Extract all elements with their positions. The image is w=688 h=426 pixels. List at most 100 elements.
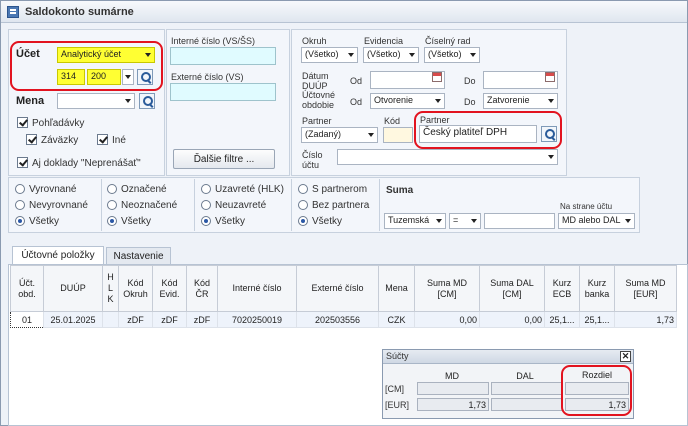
sucty-title: Súčty (386, 351, 409, 361)
neprenasat-checkbox[interactable] (17, 157, 28, 168)
zavazky-checkbox[interactable] (26, 134, 37, 145)
col-uct-obd[interactable]: Účt. obd. (10, 265, 44, 312)
chevron-down-icon (435, 99, 441, 103)
cell-suma-md-eur[interactable]: 1,73 (614, 311, 677, 328)
ine-label: Iné (112, 135, 126, 146)
col-duup[interactable]: DUÚP (43, 265, 103, 312)
cell-cr[interactable]: zDF (186, 311, 218, 328)
kod-input[interactable] (383, 127, 413, 143)
cell-kurz-banka[interactable]: 25,1... (579, 311, 615, 328)
partner-type-dropdown[interactable]: (Zadaný) (301, 127, 378, 143)
tab-uctovne-polozky[interactable]: Účtovné položky (12, 246, 104, 264)
suma-operator-dropdown[interactable]: = (449, 213, 481, 229)
col-kod-cr[interactable]: Kód ČR (186, 265, 218, 312)
strana-uctu-dropdown[interactable]: MD alebo DAL (558, 213, 635, 229)
radio-neuzavrete[interactable] (201, 200, 211, 210)
radio-vsetky-2[interactable] (107, 216, 117, 226)
mena-dropdown[interactable] (57, 93, 135, 109)
close-icon[interactable]: ✕ (620, 351, 631, 362)
cell-externe[interactable]: 202503556 (296, 311, 379, 328)
externe-label: Externé číslo (VS) (171, 72, 244, 82)
radio-vsetky-4[interactable] (298, 216, 308, 226)
chevron-down-icon (471, 219, 477, 223)
calendar-icon[interactable] (432, 72, 442, 82)
cell-duup[interactable]: 25.01.2025 (43, 311, 103, 328)
chevron-down-icon (125, 75, 131, 79)
ucet-search-button[interactable] (137, 69, 153, 85)
chevron-down-icon (470, 53, 476, 57)
externe-input[interactable] (170, 83, 276, 101)
pohladavky-checkbox[interactable] (17, 117, 28, 128)
uctovne-obdobie-label-1: Účtovné (302, 90, 336, 100)
cell-okruh[interactable]: zDF (118, 311, 153, 328)
sucty-eur-md: 1,73 (417, 398, 489, 411)
cell-kurz-ecb[interactable]: 25,1... (544, 311, 580, 328)
col-suma-md[interactable]: Suma MD [CM] (414, 265, 480, 312)
kod-label: Kód (384, 116, 401, 126)
cell-suma-md[interactable]: 0,00 (414, 311, 480, 328)
tab-nastavenie[interactable]: Nastavenie (106, 247, 171, 264)
ucet-anal-dropdown[interactable] (122, 69, 134, 85)
ucet-anal-input[interactable]: 200 (87, 69, 121, 85)
col-kurz-banka[interactable]: Kurz banka (579, 265, 615, 312)
col-suma-dal[interactable]: Suma DAL [CM] (479, 265, 545, 312)
radio-bez-partnera-label: Bez partnera (312, 200, 370, 211)
radio-s-partnerom[interactable] (298, 184, 308, 194)
cell-suma-dal[interactable]: 0,00 (479, 311, 545, 328)
cislo-uctu-label-2: účtu (302, 160, 320, 170)
cell-interne[interactable]: 7020250019 (217, 311, 297, 328)
radio-nevyrovnane-label: Nevyrovnané (29, 200, 88, 211)
interne-input[interactable] (170, 47, 276, 65)
obdobie-od-dropdown[interactable]: Otvorenie (370, 93, 445, 109)
partner-type-label: Partner (302, 116, 332, 126)
calendar-icon[interactable] (545, 72, 555, 82)
window-title: Saldokonto sumárne (25, 5, 134, 18)
strana-uctu-label: Na strane účtu (560, 202, 613, 211)
ucet-synt-input[interactable]: 314 (57, 69, 85, 85)
cell-mena[interactable]: CZK (378, 311, 415, 328)
col-mena[interactable]: Mena (378, 265, 415, 312)
radio-vsetky-3[interactable] (201, 216, 211, 226)
suma-mena-dropdown[interactable]: Tuzemská (384, 213, 446, 229)
evidencia-dropdown[interactable]: (Všetko) (363, 47, 419, 63)
sucty-col-md: MD (445, 371, 459, 381)
radio-neoznacene[interactable] (107, 200, 117, 210)
radio-oznacene[interactable] (107, 184, 117, 194)
col-interne-cislo[interactable]: Interné číslo (217, 265, 297, 312)
cell-hlk[interactable] (102, 311, 119, 328)
okruh-dropdown[interactable]: (Všetko) (301, 47, 358, 63)
chevron-down-icon (548, 155, 554, 159)
chevron-down-icon (436, 219, 442, 223)
ciselny-rad-label: Číselný rad (425, 36, 471, 46)
partner-name-label: Partner (420, 115, 450, 125)
chevron-down-icon (368, 133, 374, 137)
partner-name-input[interactable]: Český platiteľ DPH (419, 125, 537, 143)
datum-do-label: Do (464, 76, 476, 86)
cislo-uctu-dropdown[interactable] (337, 149, 558, 165)
col-suma-md-eur[interactable]: Suma MD [EUR] (614, 265, 677, 312)
obdobie-do-dropdown[interactable]: Zatvorenie (483, 93, 558, 109)
ucet-type-dropdown[interactable]: Analytický účet (57, 47, 155, 63)
radio-uzavrete[interactable] (201, 184, 211, 194)
radio-nevyrovnane[interactable] (15, 200, 25, 210)
radio-bez-partnera[interactable] (298, 200, 308, 210)
ciselny-rad-dropdown[interactable]: (Všetko) (424, 47, 480, 63)
annotation-rozdiel (561, 365, 632, 416)
pohladavky-label: Pohľadávky (32, 118, 85, 129)
dalsie-filtre-button[interactable]: Ďalšie filtre ... (173, 149, 275, 169)
col-kod-okruh[interactable]: Kód Okruh (118, 265, 153, 312)
ine-checkbox[interactable] (97, 134, 108, 145)
suma-amount-input[interactable] (484, 213, 555, 229)
col-kurz-ecb[interactable]: Kurz ECB (544, 265, 580, 312)
col-hlk[interactable]: HLK (102, 265, 119, 312)
partner-search-button[interactable] (541, 126, 557, 142)
cell-evid[interactable]: zDF (152, 311, 187, 328)
radio-vsetky-1[interactable] (15, 216, 25, 226)
mena-search-button[interactable] (139, 93, 155, 109)
cell-obd[interactable]: 01 (10, 311, 44, 328)
col-externe-cislo[interactable]: Externé číslo (296, 265, 379, 312)
zavazky-label: Záväzky (41, 135, 79, 146)
col-kod-evid[interactable]: Kód Evid. (152, 265, 187, 312)
radio-vyrovnane[interactable] (15, 184, 25, 194)
table-row[interactable]: 01 25.01.2025 zDF zDF zDF 7020250019 202… (10, 311, 677, 328)
